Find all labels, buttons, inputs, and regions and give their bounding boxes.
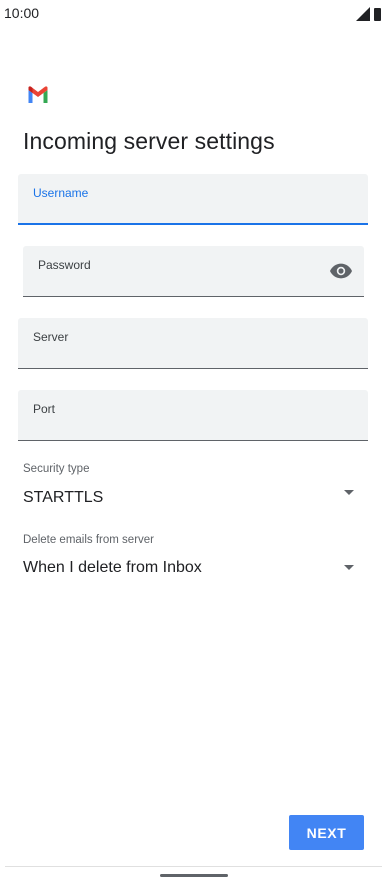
security-type-value: STARTTLS [23, 489, 104, 506]
battery-icon [374, 8, 381, 21]
page-title: Incoming server settings [23, 128, 275, 154]
password-input[interactable] [38, 270, 320, 290]
port-field[interactable]: Port [18, 390, 368, 441]
next-button[interactable]: NEXT [289, 815, 364, 850]
nav-divider [5, 866, 382, 867]
chevron-down-icon [344, 565, 354, 570]
gmail-logo [28, 86, 48, 103]
status-icons [356, 7, 381, 21]
username-field[interactable]: Username [18, 174, 368, 225]
security-type-label: Security type [23, 463, 90, 475]
username-input[interactable] [33, 197, 353, 217]
status-time: 10:00 [4, 5, 40, 21]
eye-icon[interactable] [330, 263, 352, 279]
delete-emails-label: Delete emails from server [23, 534, 155, 546]
delete-emails-select[interactable]: When I delete from Inbox [18, 551, 368, 585]
server-field[interactable]: Server [18, 318, 368, 369]
password-field[interactable]: Password [23, 246, 364, 297]
server-input[interactable] [33, 342, 353, 362]
chevron-down-icon [344, 490, 354, 495]
delete-emails-value: When I delete from Inbox [23, 559, 202, 576]
signal-icon [356, 7, 370, 21]
port-input[interactable] [33, 414, 353, 434]
security-type-select[interactable]: STARTTLS [18, 480, 368, 514]
status-bar: 10:00 [0, 0, 387, 28]
home-indicator[interactable] [160, 874, 228, 877]
